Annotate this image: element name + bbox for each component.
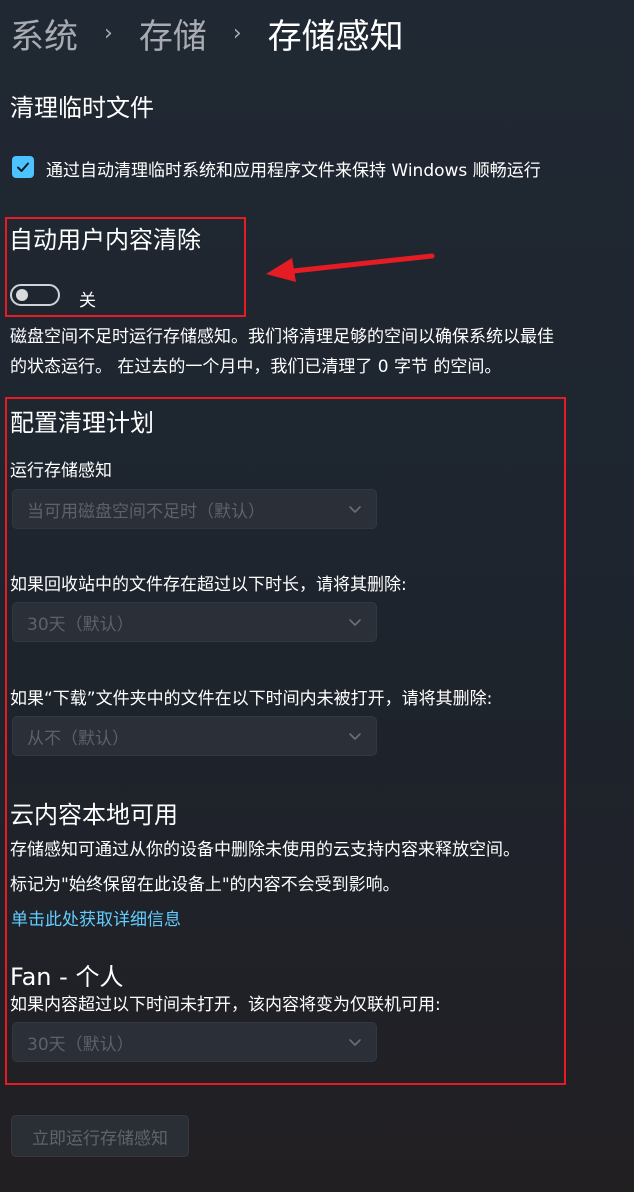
toggle-state-label: 关 [79,291,96,311]
breadcrumb-separator-icon: › [232,20,242,46]
checkmark-icon [17,162,29,172]
onedrive-label: 如果内容超过以下时间未打开，该内容将变为仅联机可用: [10,995,441,1015]
dropdown-value: 当可用磁盘空间不足时（默认） [27,501,265,522]
run-storage-sense-now-button[interactable]: 立即运行存储感知 [11,1115,189,1157]
auto-cleanup-description: 磁盘空间不足时运行存储感知。我们将清理足够的空间以确保系统以最佳 的状态运行。 … [10,322,630,382]
run-now-button-label: 立即运行存储感知 [32,1128,168,1149]
run-storage-sense-dropdown[interactable]: 当可用磁盘空间不足时（默认） [12,489,377,529]
chevron-down-icon [349,506,361,513]
page-title: 存储感知 [267,16,404,57]
onedrive-account-heading: Fan - 个人 [10,963,124,991]
auto-cleanup-heading: 自动用户内容清除 [9,226,201,254]
cleanup-temp-checkbox[interactable] [12,156,34,178]
onedrive-dropdown[interactable]: 30天（默认） [12,1022,377,1062]
auto-cleanup-description-line2: 的状态运行。 在过去的一个月中，我们已清理了 0 字节 的空间。 [10,357,502,377]
chevron-down-icon [349,1039,361,1046]
breadcrumb-separator-icon: › [104,20,113,46]
cleanup-temp-heading: 清理临时文件 [10,94,154,122]
dropdown-value: 30天（默认） [27,614,134,635]
chevron-down-icon [349,619,361,626]
learn-more-link[interactable]: 单击此处获取详细信息 [11,905,181,930]
schedule-heading: 配置清理计划 [10,409,154,437]
toggle-knob [16,289,28,301]
auto-cleanup-description-line1: 磁盘空间不足时运行存储感知。我们将清理足够的空间以确保系统以最佳 [10,327,554,347]
annotation-arrow-icon [266,253,435,282]
dropdown-value: 30天（默认） [27,1034,134,1055]
downloads-label: 如果“下载”文件夹中的文件在以下时间内未被打开，请将其删除: [10,689,493,709]
cloud-description-line1: 存储感知可通过从你的设备中删除未使用的云支持内容来释放空间。 [10,840,520,860]
cloud-description-line2: 标记为"始终保留在此设备上"的内容不会受到影响。 [10,875,400,895]
breadcrumb-storage[interactable]: 存储 [139,9,207,58]
cloud-content-heading: 云内容本地可用 [10,801,178,829]
dropdown-value: 从不（默认） [27,728,129,749]
storage-sense-toggle[interactable] [10,284,60,306]
breadcrumb-system[interactable]: 系统 [10,9,78,58]
chevron-down-icon [349,733,361,740]
cleanup-temp-checkbox-label: 通过自动清理临时系统和应用程序文件来保持 Windows 顺畅运行 [46,161,541,181]
recycle-bin-dropdown[interactable]: 30天（默认） [12,602,377,642]
run-storage-sense-label: 运行存储感知 [10,461,112,481]
downloads-dropdown[interactable]: 从不（默认） [12,716,377,756]
breadcrumb: 系统 › 存储 › 存储感知 [10,8,404,58]
recycle-bin-label: 如果回收站中的文件存在超过以下时长，请将其删除: [10,575,407,595]
